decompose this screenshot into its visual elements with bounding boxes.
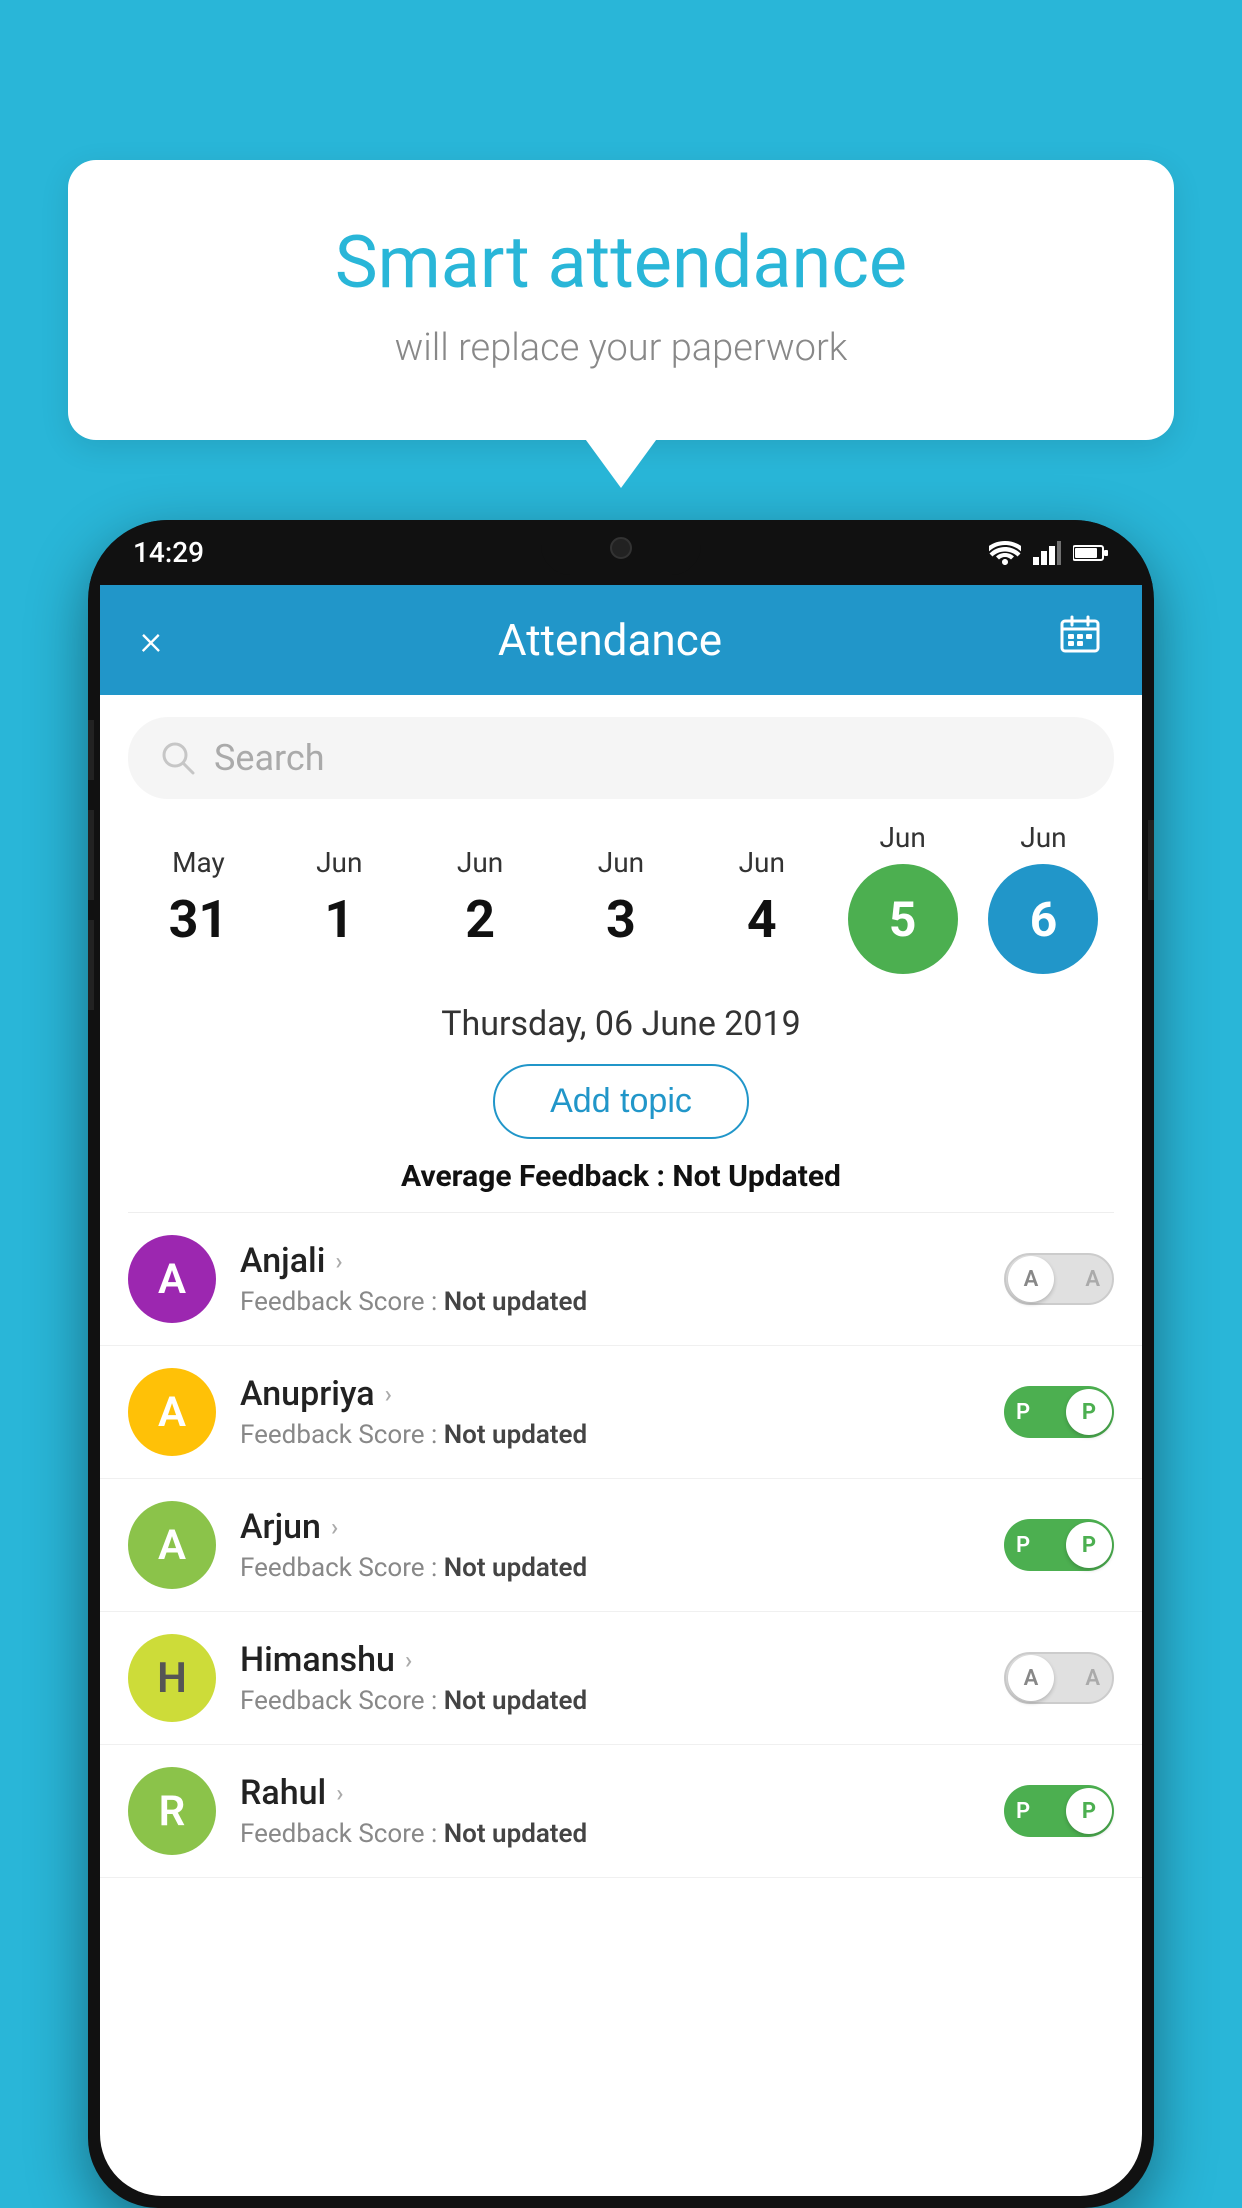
toggle-on-label: P bbox=[1016, 1799, 1030, 1824]
camera bbox=[610, 537, 632, 559]
student-name: Arjun › bbox=[240, 1507, 980, 1547]
chevron-right-icon: › bbox=[385, 1380, 392, 1408]
chevron-right-icon: › bbox=[336, 1779, 343, 1807]
status-icons bbox=[989, 541, 1109, 565]
student-feedback: Feedback Score : Not updated bbox=[240, 1287, 980, 1317]
wifi-icon bbox=[989, 541, 1021, 565]
date-month-label: Jun bbox=[879, 821, 925, 854]
search-placeholder: Search bbox=[214, 737, 325, 779]
student-info: Anjali › Feedback Score : Not updated bbox=[240, 1241, 980, 1317]
attendance-toggle[interactable]: P P bbox=[1004, 1519, 1114, 1571]
search-bar[interactable]: Search bbox=[128, 717, 1114, 799]
student-name: Himanshu › bbox=[240, 1640, 980, 1680]
student-list: A Anjali › Feedback Score : Not updated A … bbox=[100, 1213, 1142, 1878]
date-circle-blue[interactable]: 6 bbox=[988, 864, 1098, 974]
student-item[interactable]: AAnupriya ›Feedback Score : Not updated … bbox=[100, 1346, 1142, 1479]
attendance-toggle[interactable]: A A bbox=[1004, 1253, 1114, 1305]
date-column[interactable]: Jun 5 bbox=[838, 821, 968, 974]
date-month-label: Jun bbox=[1020, 821, 1066, 854]
date-column[interactable]: Jun 4 bbox=[697, 846, 827, 950]
toggle-on-label: P bbox=[1016, 1400, 1030, 1425]
student-name: Anjali › bbox=[240, 1241, 980, 1281]
avatar: A bbox=[128, 1235, 216, 1323]
date-month-label: May bbox=[172, 846, 225, 879]
speech-bubble: Smart attendance will replace your paper… bbox=[68, 160, 1174, 440]
date-column[interactable]: Jun 6 bbox=[978, 821, 1108, 974]
date-strip: May 31 Jun 1 Jun 2 Jun 3 Jun 4 Jun 5 Jun 6 bbox=[100, 821, 1142, 974]
average-feedback: Average Feedback : Not Updated bbox=[100, 1159, 1142, 1194]
volume-down-button bbox=[88, 810, 94, 900]
date-month-label: Jun bbox=[598, 846, 644, 879]
silent-button bbox=[88, 920, 94, 1010]
add-topic-button[interactable]: Add topic bbox=[493, 1064, 749, 1139]
avatar: R bbox=[128, 1767, 216, 1855]
selected-date: Thursday, 06 June 2019 bbox=[100, 1004, 1142, 1044]
date-number-label: 31 bbox=[169, 889, 229, 950]
toggle-knob: A bbox=[1008, 1256, 1054, 1302]
student-feedback: Feedback Score : Not updated bbox=[240, 1553, 980, 1583]
date-number-label: 4 bbox=[747, 889, 777, 950]
date-column[interactable]: May 31 bbox=[133, 846, 263, 950]
toggle-knob: P bbox=[1066, 1788, 1112, 1834]
calendar-icon[interactable] bbox=[1058, 613, 1102, 667]
bubble-subtitle: will replace your paperwork bbox=[118, 326, 1124, 370]
date-number-label: 3 bbox=[606, 889, 636, 950]
date-column[interactable]: Jun 3 bbox=[556, 846, 686, 950]
bubble-title: Smart attendance bbox=[118, 220, 1124, 306]
date-month-label: Jun bbox=[457, 846, 503, 879]
toggle-on-label: P bbox=[1016, 1533, 1030, 1558]
date-column[interactable]: Jun 1 bbox=[274, 846, 404, 950]
avatar: A bbox=[128, 1368, 216, 1456]
toggle-knob: P bbox=[1066, 1389, 1112, 1435]
student-item[interactable]: A Anjali › Feedback Score : Not updated A … bbox=[100, 1213, 1142, 1346]
chevron-right-icon: › bbox=[405, 1646, 412, 1674]
toggle-knob: P bbox=[1066, 1522, 1112, 1568]
close-button[interactable]: × bbox=[140, 616, 162, 665]
toggle-knob: A bbox=[1008, 1655, 1054, 1701]
phone-frame: 14:29 × bbox=[88, 520, 1154, 2208]
date-column[interactable]: Jun 2 bbox=[415, 846, 545, 950]
date-month-label: Jun bbox=[316, 846, 362, 879]
chevron-right-icon: › bbox=[335, 1247, 342, 1275]
avg-feedback-value: Not Updated bbox=[672, 1159, 841, 1194]
student-info: Rahul › Feedback Score : Not updated bbox=[240, 1773, 980, 1849]
chevron-right-icon: › bbox=[331, 1513, 338, 1541]
student-item[interactable]: A Arjun › Feedback Score : Not updated P P bbox=[100, 1479, 1142, 1612]
student-feedback: Feedback Score : Not updated bbox=[240, 1686, 980, 1716]
date-circle-green[interactable]: 5 bbox=[848, 864, 958, 974]
student-info: Anupriya › Feedback Score : Not updated bbox=[240, 1374, 980, 1450]
battery-icon bbox=[1073, 544, 1109, 562]
phone-notch bbox=[541, 520, 701, 575]
student-feedback: Feedback Score : Not updated bbox=[240, 1420, 980, 1450]
student-info: Arjun › Feedback Score : Not updated bbox=[240, 1507, 980, 1583]
date-number-label: 1 bbox=[324, 889, 354, 950]
phone-screen: × Attendance bbox=[100, 585, 1142, 2196]
power-button bbox=[1148, 820, 1154, 900]
attendance-toggle[interactable]: P P bbox=[1004, 1785, 1114, 1837]
header-title: Attendance bbox=[498, 614, 722, 666]
avatar: A bbox=[128, 1501, 216, 1589]
attendance-toggle[interactable]: P P bbox=[1004, 1386, 1114, 1438]
student-item[interactable]: HHimanshu ›Feedback Score : Not updated … bbox=[100, 1612, 1142, 1745]
attendance-toggle[interactable]: A A bbox=[1004, 1652, 1114, 1704]
student-feedback: Feedback Score : Not updated bbox=[240, 1819, 980, 1849]
student-item[interactable]: R Rahul › Feedback Score : Not updated P P bbox=[100, 1745, 1142, 1878]
signal-icon bbox=[1033, 541, 1061, 565]
date-month-label: Jun bbox=[739, 846, 785, 879]
volume-up-button bbox=[88, 720, 94, 780]
status-time: 14:29 bbox=[133, 536, 204, 569]
avg-feedback-label: Average Feedback : bbox=[401, 1159, 672, 1194]
app-header: × Attendance bbox=[100, 585, 1142, 695]
student-info: Himanshu › Feedback Score : Not updated bbox=[240, 1640, 980, 1716]
search-icon bbox=[160, 740, 196, 776]
avatar: H bbox=[128, 1634, 216, 1722]
student-name: Anupriya › bbox=[240, 1374, 980, 1414]
toggle-off-label: A bbox=[1085, 1267, 1100, 1292]
toggle-off-label: A bbox=[1085, 1666, 1100, 1691]
date-number-label: 2 bbox=[465, 889, 495, 950]
student-name: Rahul › bbox=[240, 1773, 980, 1813]
